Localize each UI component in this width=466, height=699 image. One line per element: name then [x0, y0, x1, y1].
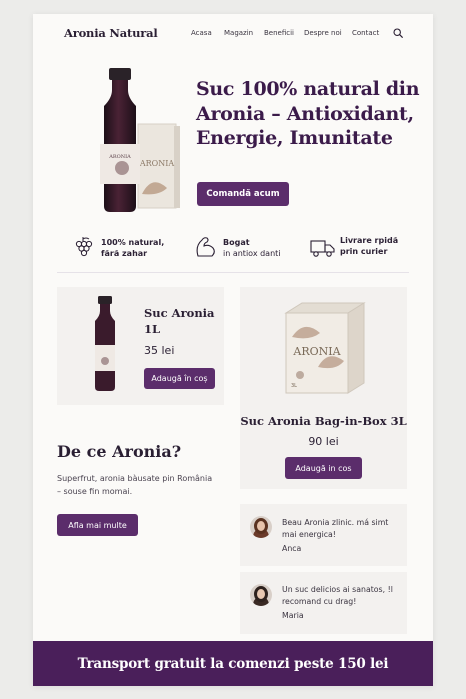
product-bottle-image — [95, 296, 115, 391]
why-aronia-text: Superfrut, aronia bàusate pin România – … — [57, 474, 213, 496]
testimonial-author: Maria — [282, 611, 304, 620]
product-title-bag-in-box: Suc Aronia Bag-in-Box 3L — [240, 414, 407, 428]
svg-text:ARONIA: ARONIA — [108, 154, 131, 160]
product-card-bag-in-box: ARONIA 3L Suc Aronia Bag-in-Box 3L 90 le… — [240, 287, 407, 489]
search-icon[interactable] — [393, 28, 403, 38]
nav-beneficii[interactable]: Beneficii — [264, 29, 294, 37]
free-shipping-banner: Transport gratuit la comenzi peste 150 l… — [33, 641, 433, 686]
testimonial-card: Beau Aronia zlinic. má simt mai energica… — [240, 504, 407, 566]
product-box-image: ARONIA 3L — [284, 302, 366, 394]
testimonial-card: Un suc delicios ai sanatos, !l recomand … — [240, 572, 407, 634]
svg-text:ARONIA: ARONIA — [139, 159, 175, 168]
testimonial-author: Anca — [282, 544, 302, 553]
grapes-icon — [75, 237, 93, 257]
add-to-cart-button-bag-in-box[interactable]: Adaugă in cos — [285, 457, 362, 479]
why-aronia-title: De ce Aronia? — [57, 442, 182, 461]
product-card-1l: Suc Aronia 1L 35 lei Adaugă în coș — [57, 287, 224, 405]
nav-despre-noi[interactable]: Despre noi — [304, 29, 342, 37]
hero-product-image: ARONIA ARONIA — [100, 68, 180, 212]
hero-title: Suc 100% natural din Aronia – Antioxidan… — [196, 78, 420, 149]
strength-icon — [196, 237, 215, 257]
feature-delivery: Livrare rpidă prin curier — [340, 236, 399, 256]
feature-antioxidants: Bogat in antiox danti — [223, 238, 281, 258]
brand-logo[interactable]: Aronia Natural — [64, 26, 158, 40]
truck-icon — [310, 240, 335, 257]
product-price-1l: 35 lei — [144, 344, 175, 357]
nav-magazin[interactable]: Magazin — [224, 29, 253, 37]
testimonial-text: Un suc delicios ai sanatos, !l recomand … — [282, 585, 393, 606]
nav-acasa[interactable]: Acasa — [191, 29, 212, 37]
nav-contact[interactable]: Contact — [352, 29, 379, 37]
avatar — [250, 584, 272, 606]
divider — [57, 272, 409, 273]
testimonial-text: Beau Aronia zlinic. má simt mai energica… — [282, 518, 389, 539]
product-title-1l: Suc Aronia 1L — [144, 306, 215, 336]
svg-text:3L: 3L — [291, 383, 297, 389]
order-now-button[interactable]: Comandă acum — [197, 182, 289, 206]
site-header: Aronia Natural Acasa Magazin Beneficii D… — [33, 14, 433, 52]
page: Aronia Natural Acasa Magazin Beneficii D… — [33, 14, 433, 686]
avatar — [250, 516, 272, 538]
product-price-bag-in-box: 90 lei — [308, 435, 339, 448]
hero-section: ARONIA ARONIA Suc 100% natural din Aroni… — [33, 52, 433, 222]
feature-natural: 100% natural, fără zahar — [101, 238, 165, 258]
learn-more-button[interactable]: Afla mai multe — [57, 514, 138, 536]
add-to-cart-button-1l[interactable]: Adaugă în coș — [144, 368, 215, 389]
svg-text:ARONIA: ARONIA — [292, 345, 341, 358]
